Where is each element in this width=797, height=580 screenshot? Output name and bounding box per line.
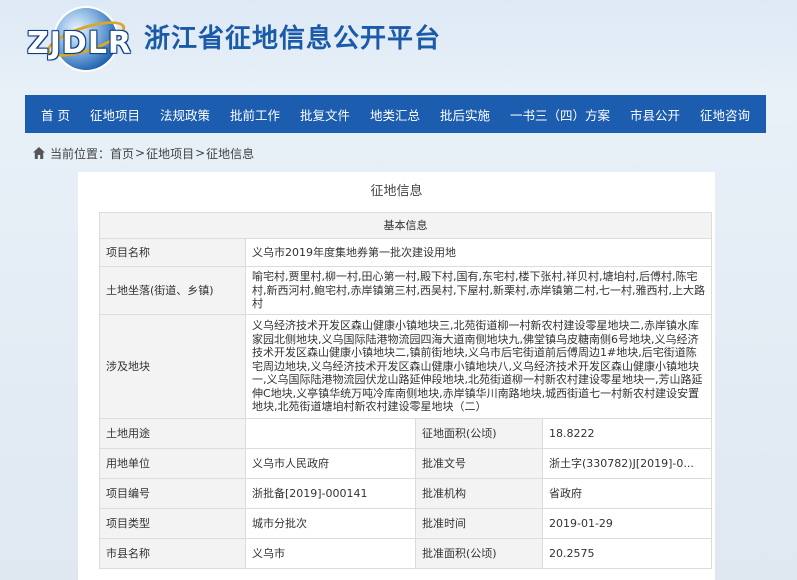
project-type-value: 城市分批次 [245, 508, 416, 539]
breadcrumb-projects[interactable]: 征地项目 [146, 145, 194, 162]
breadcrumb-prefix: 当前位置： [50, 146, 111, 161]
project-name-value: 义乌市2019年度集地券第一批次建设用地 [245, 238, 712, 267]
project-name-label: 项目名称 [99, 238, 246, 267]
table-row: 土地用途 征地面积(公顷) 18.8222 [99, 418, 712, 449]
section-title: 基本信息 [99, 212, 712, 239]
approval-org-value: 省政府 [542, 478, 712, 509]
plots-value: 义乌经济技术开发区森山健康小镇地块三,北苑街道柳一村新农村建设零星地块二,赤岸镇… [245, 314, 712, 419]
land-use-value [245, 418, 416, 449]
land-use-label: 土地用途 [99, 418, 246, 449]
approval-org-label: 批准机构 [415, 478, 543, 509]
nav-approval-docs[interactable]: 批复文件 [300, 105, 350, 124]
nav-projects[interactable]: 征地项目 [90, 105, 140, 124]
city-county-value: 义乌市 [245, 538, 416, 569]
land-unit-value: 义乌市人民政府 [245, 448, 416, 479]
approval-area-label: 批准面积(公顷) [415, 538, 543, 569]
approval-time-value: 2019-01-29 [542, 508, 712, 539]
table-row: 涉及地块 义乌经济技术开发区森山健康小镇地块三,北苑街道柳一村新农村建设零星地块… [99, 314, 712, 419]
nav-plans[interactable]: 一书三（四）方案 [510, 105, 610, 124]
project-no-value: 浙批备[2019]-000141 [245, 478, 416, 509]
table-row: 土地坐落(街道、乡镇) 喻宅村,贾里村,柳一村,田心第一村,殿下村,国有,东宅村… [99, 266, 712, 315]
table-row: 市县名称 义乌市 批准面积(公顷) 20.2575 [99, 538, 712, 569]
breadcrumb: 当前位置： 首页 > 征地项目 > 征地信息 [32, 144, 254, 162]
breadcrumb-current: 征地信息 [206, 146, 255, 161]
nav-home[interactable]: 首 页 [41, 105, 70, 124]
logo-text: ZJDLR [27, 26, 133, 61]
location-label: 土地坐落(街道、乡镇) [99, 266, 246, 315]
main-nav: 首 页 征地项目 法规政策 批前工作 批复文件 地类汇总 批后实施 一书三（四）… [25, 95, 766, 133]
land-unit-label: 用地单位 [99, 448, 246, 479]
approval-no-label: 批准文号 [415, 448, 543, 479]
nav-policy[interactable]: 法规政策 [160, 105, 210, 124]
table-row: 用地单位 义乌市人民政府 批准文号 浙土字(330782)J[2019]-0..… [99, 448, 712, 479]
plots-label: 涉及地块 [99, 314, 246, 419]
table-row: 项目类型 城市分批次 批准时间 2019-01-29 [99, 508, 712, 539]
home-icon [33, 147, 45, 159]
table-row: 项目编号 浙批备[2019]-000141 批准机构 省政府 [99, 478, 712, 509]
nav-pre-approval[interactable]: 批前工作 [230, 105, 280, 124]
site-header: ZJDLR 浙江省征地信息公开平台 [0, 0, 797, 90]
project-no-label: 项目编号 [99, 478, 246, 509]
area-value: 18.8222 [542, 418, 712, 449]
info-panel: 征地信息 基本信息 项目名称 义乌市2019年度集地券第一批次建设用地 土地坐落… [78, 172, 715, 580]
city-county-label: 市县名称 [99, 538, 246, 569]
approval-time-label: 批准时间 [415, 508, 543, 539]
breadcrumb-separator: > [135, 146, 146, 160]
info-table: 基本信息 项目名称 义乌市2019年度集地券第一批次建设用地 土地坐落(街道、乡… [99, 212, 712, 569]
nav-land-summary[interactable]: 地类汇总 [370, 105, 420, 124]
site-logo[interactable]: ZJDLR [27, 8, 137, 70]
table-row: 项目名称 义乌市2019年度集地券第一批次建设用地 [99, 238, 712, 267]
breadcrumb-home[interactable]: 首页 [110, 145, 134, 162]
panel-title: 征地信息 [370, 184, 423, 199]
nav-consult[interactable]: 征地咨询 [700, 105, 750, 124]
nav-city-county[interactable]: 市县公开 [630, 105, 680, 124]
nav-post-approval[interactable]: 批后实施 [440, 105, 490, 124]
site-title: 浙江省征地信息公开平台 [144, 24, 442, 54]
approval-no-value: 浙土字(330782)J[2019]-0... [542, 448, 712, 479]
approval-area-value: 20.2575 [542, 538, 712, 569]
breadcrumb-separator: > [195, 146, 206, 160]
table-row: 基本信息 [99, 212, 712, 239]
area-label: 征地面积(公顷) [415, 418, 543, 449]
project-type-label: 项目类型 [99, 508, 246, 539]
location-value: 喻宅村,贾里村,柳一村,田心第一村,殿下村,国有,东宅村,楼下张村,祥贝村,塘垍… [245, 266, 712, 315]
